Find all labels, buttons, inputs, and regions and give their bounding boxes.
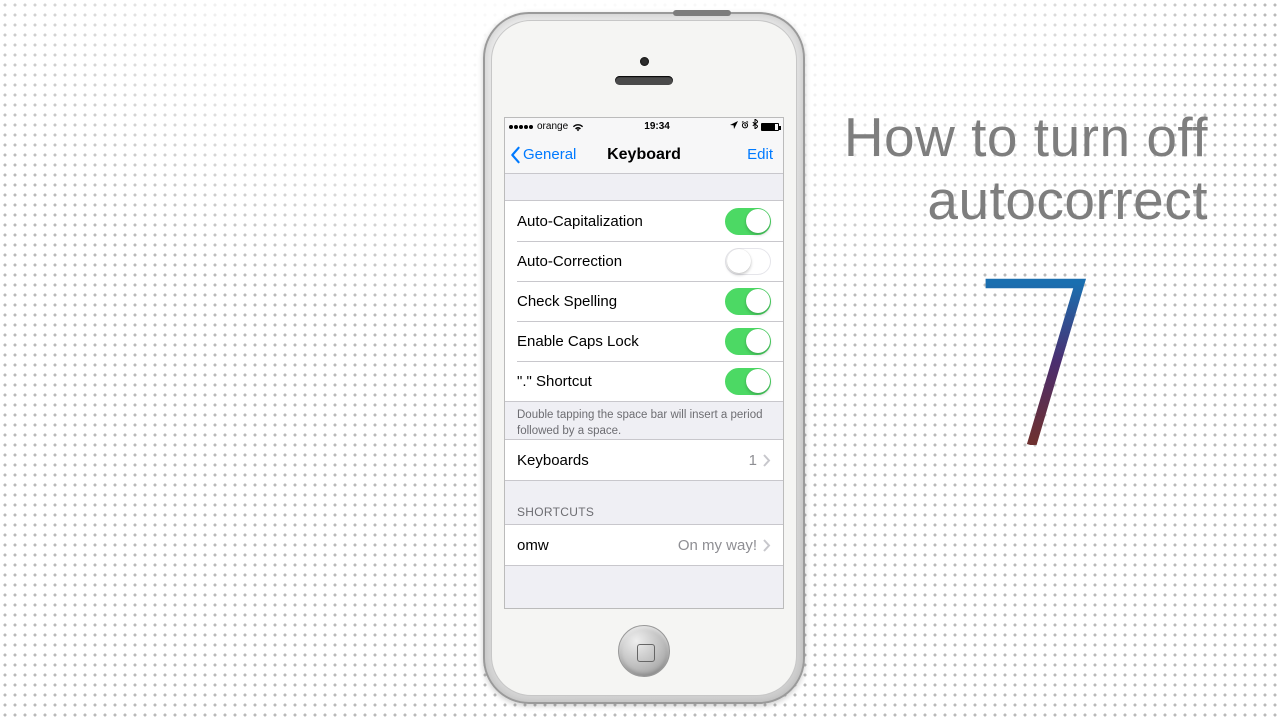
edit-label: Edit xyxy=(747,146,773,163)
row-label: Check Spelling xyxy=(517,293,725,310)
tutorial-headline: How to turn off autocorrect xyxy=(844,106,1208,233)
row-label: Auto-Capitalization xyxy=(517,213,725,230)
nav-bar: General Keyboard Edit xyxy=(505,136,783,174)
shortcut-row[interactable]: omwOn my way! xyxy=(505,525,783,565)
screen: orange 19:34 General xyxy=(504,117,784,609)
status-bar: orange 19:34 xyxy=(505,118,783,136)
toggle-switch[interactable] xyxy=(725,288,771,315)
toggle-switch[interactable] xyxy=(725,328,771,355)
headline-line: autocorrect xyxy=(844,169,1208,232)
headline-line: How to turn off xyxy=(844,106,1208,169)
row-label: Enable Caps Lock xyxy=(517,333,725,350)
chevron-left-icon xyxy=(509,146,521,164)
shortcut-value: On my way! xyxy=(678,537,757,554)
toggle-switch[interactable] xyxy=(725,248,771,275)
shortcut-key: omw xyxy=(517,537,678,554)
toggle-switch[interactable] xyxy=(725,368,771,395)
toggle-row: Auto-Capitalization xyxy=(505,201,783,241)
toggle-row: Check Spelling xyxy=(505,281,783,321)
toggle-row: Auto-Correction xyxy=(505,241,783,281)
shortcuts-header: SHORTCUTS xyxy=(505,505,783,524)
row-label: Keyboards xyxy=(517,452,749,469)
shortcuts-group: omwOn my way! xyxy=(505,524,783,566)
power-button xyxy=(673,10,731,16)
toggles-footer: Double tapping the space bar will insert… xyxy=(505,402,783,439)
bluetooth-icon xyxy=(752,118,758,136)
keyboards-row[interactable]: Keyboards 1 xyxy=(505,440,783,480)
wifi-icon xyxy=(572,123,584,132)
location-icon xyxy=(730,118,738,136)
iphone-mockup: orange 19:34 General xyxy=(483,12,805,704)
ios7-logo xyxy=(980,275,1090,445)
chevron-right-icon xyxy=(763,454,771,467)
settings-content[interactable]: Auto-Capitalization Auto-Correction Check … xyxy=(505,174,783,608)
signal-dots-icon xyxy=(509,125,533,129)
alarm-icon xyxy=(741,118,749,136)
row-label: Auto-Correction xyxy=(517,253,725,270)
front-camera xyxy=(640,57,649,66)
page-title: Keyboard xyxy=(607,146,681,164)
clock: 19:34 xyxy=(584,118,730,136)
row-label: "." Shortcut xyxy=(517,373,725,390)
keyboards-group: Keyboards 1 xyxy=(505,439,783,481)
toggle-switch[interactable] xyxy=(725,208,771,235)
toggles-group: Auto-Capitalization Auto-Correction Check … xyxy=(505,200,783,402)
battery-icon xyxy=(761,123,779,131)
toggle-row: Enable Caps Lock xyxy=(505,321,783,361)
keyboards-count: 1 xyxy=(749,452,757,469)
earpiece xyxy=(615,76,673,85)
back-label: General xyxy=(523,146,576,163)
home-button[interactable] xyxy=(618,625,670,677)
back-button[interactable]: General xyxy=(509,136,576,173)
toggle-row: "." Shortcut xyxy=(505,361,783,401)
edit-button[interactable]: Edit xyxy=(747,136,773,173)
carrier-label: orange xyxy=(537,118,568,136)
chevron-right-icon xyxy=(763,539,771,552)
